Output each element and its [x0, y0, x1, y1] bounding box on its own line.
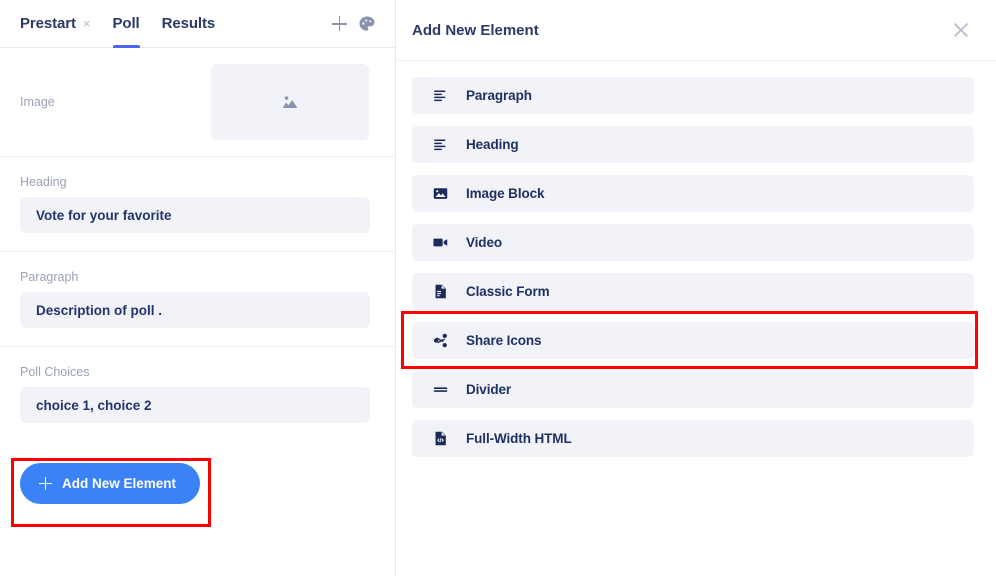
- editor-tabbar: Prestart × Poll Results: [0, 0, 395, 48]
- element-item-full-width-html[interactable]: Full-Width HTML: [412, 420, 974, 457]
- panel-header: Add New Element: [396, 0, 996, 61]
- tab-label: Results: [161, 15, 216, 32]
- field-label: Paragraph: [20, 270, 79, 284]
- editor-left-panel: Prestart × Poll Results Image Heading Vo…: [0, 0, 396, 576]
- element-item-label: Image Block: [466, 186, 545, 201]
- element-item-paragraph[interactable]: Paragraph: [412, 77, 974, 114]
- element-item-label: Share Icons: [466, 333, 542, 348]
- panel-title: Add New Element: [412, 21, 539, 39]
- tab-close-icon[interactable]: ×: [83, 17, 91, 30]
- tab-prestart[interactable]: Prestart ×: [20, 0, 91, 48]
- poll-choices-input[interactable]: choice 1, choice 2: [20, 387, 370, 423]
- element-item-label: Classic Form: [466, 284, 550, 299]
- tab-label: Prestart: [20, 15, 76, 32]
- image-icon: [430, 184, 450, 204]
- theme-button[interactable]: [353, 10, 381, 38]
- element-item-image-block[interactable]: Image Block: [412, 175, 974, 212]
- paragraph-icon: [430, 86, 450, 106]
- form-icon: [430, 282, 450, 302]
- app-root: Prestart × Poll Results Image Heading Vo…: [0, 0, 996, 576]
- add-element-panel: Add New Element Paragraph Heading Image …: [396, 0, 996, 576]
- heading-icon: [430, 135, 450, 155]
- element-item-heading[interactable]: Heading: [412, 126, 974, 163]
- element-item-label: Divider: [466, 382, 512, 397]
- element-type-list: Paragraph Heading Image Block Video Clas…: [396, 61, 996, 467]
- plus-icon: [331, 16, 347, 31]
- element-item-label: Full-Width HTML: [466, 431, 572, 446]
- image-upload-dropzone[interactable]: [211, 64, 369, 140]
- tab-results[interactable]: Results: [162, 0, 216, 48]
- video-icon: [430, 233, 450, 253]
- element-item-video[interactable]: Video: [412, 224, 974, 261]
- palette-icon: [359, 16, 375, 31]
- share-icon: [430, 331, 450, 351]
- heading-input[interactable]: Vote for your favorite: [20, 197, 370, 233]
- close-icon[interactable]: [948, 17, 974, 43]
- tab-poll[interactable]: Poll: [112, 0, 140, 48]
- element-item-label: Heading: [466, 137, 519, 152]
- element-item-share-icons[interactable]: Share Icons: [412, 322, 974, 359]
- poll-form: Image Heading Vote for your favorite Par…: [0, 48, 395, 576]
- field-label: Heading: [20, 175, 67, 189]
- field-label: Poll Choices: [20, 365, 90, 379]
- element-item-classic-form[interactable]: Classic Form: [412, 273, 974, 310]
- add-new-element-label: Add New Element: [62, 476, 177, 491]
- add-new-element-button[interactable]: Add New Element: [20, 463, 201, 504]
- add-tab-button[interactable]: [325, 10, 353, 38]
- divider-icon: [430, 380, 450, 400]
- field-image: Image: [0, 48, 395, 157]
- field-label: Image: [20, 95, 55, 109]
- code-file-icon: [430, 429, 450, 449]
- field-heading: Heading Vote for your favorite: [0, 157, 395, 252]
- image-placeholder-icon: [282, 96, 298, 108]
- field-poll-choices: Poll Choices choice 1, choice 2: [0, 347, 395, 441]
- add-element-zone: Add New Element: [0, 441, 395, 504]
- element-item-label: Paragraph: [466, 88, 532, 103]
- tab-label: Poll: [112, 15, 140, 32]
- element-item-label: Video: [466, 235, 503, 250]
- field-paragraph: Paragraph Description of poll .: [0, 252, 395, 347]
- plus-icon: [39, 477, 52, 490]
- paragraph-input[interactable]: Description of poll .: [20, 292, 370, 328]
- element-item-divider[interactable]: Divider: [412, 371, 974, 408]
